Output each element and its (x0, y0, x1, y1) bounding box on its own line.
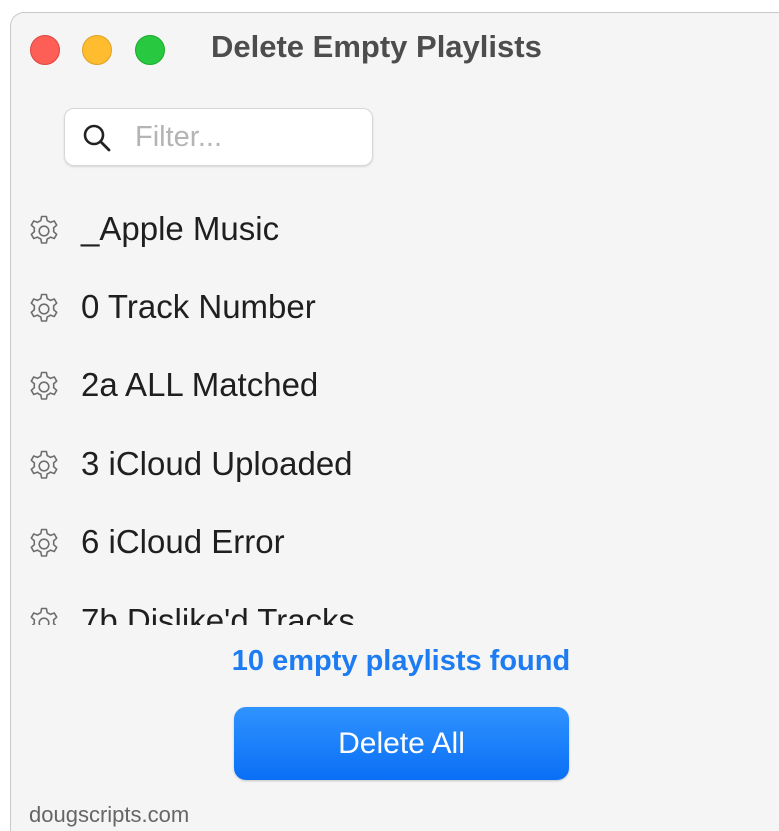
gear-icon (30, 450, 58, 479)
search-icon (83, 124, 111, 152)
gear-icon (30, 371, 58, 400)
playlist-label: 0 Track Number (81, 288, 316, 325)
filter-field[interactable] (64, 108, 373, 166)
delete-all-button[interactable]: Delete All (234, 707, 569, 780)
close-window-button[interactable] (30, 35, 60, 65)
playlist-label: 6 iCloud Error (81, 523, 285, 560)
playlist-list[interactable]: _Apple Music 0 Track Number 2a ALL Match… (11, 191, 779, 625)
playlist-label: 2a ALL Matched (81, 366, 319, 403)
minimize-window-button[interactable] (82, 35, 112, 65)
playlist-row[interactable]: 0 Track Number (11, 269, 779, 347)
footer-link[interactable]: dougscripts.com (29, 802, 189, 828)
status-text: 10 empty playlists found (231, 645, 571, 677)
playlist-label: _Apple Music (81, 210, 280, 247)
gear-icon (30, 607, 58, 625)
filter-input[interactable] (135, 119, 360, 155)
playlist-row[interactable]: _Apple Music (11, 191, 779, 269)
maximize-window-button[interactable] (135, 35, 165, 65)
gear-icon (30, 293, 58, 322)
playlist-row[interactable]: 7b Dislike'd Tracks (11, 583, 779, 625)
playlist-row[interactable]: 3 iCloud Uploaded (11, 426, 779, 504)
title-bar: Delete Empty Playlists (11, 13, 779, 81)
playlist-label: 7b Dislike'd Tracks (81, 602, 356, 625)
window-title: Delete Empty Playlists (211, 29, 542, 64)
app-window: Delete Empty Playlists _Apple Music 0 Tr… (10, 12, 779, 831)
gear-icon (30, 528, 58, 557)
playlist-row[interactable]: 2a ALL Matched (11, 347, 779, 425)
playlist-row[interactable]: 6 iCloud Error (11, 504, 779, 582)
playlist-label: 3 iCloud Uploaded (81, 445, 353, 482)
gear-icon (30, 215, 58, 244)
